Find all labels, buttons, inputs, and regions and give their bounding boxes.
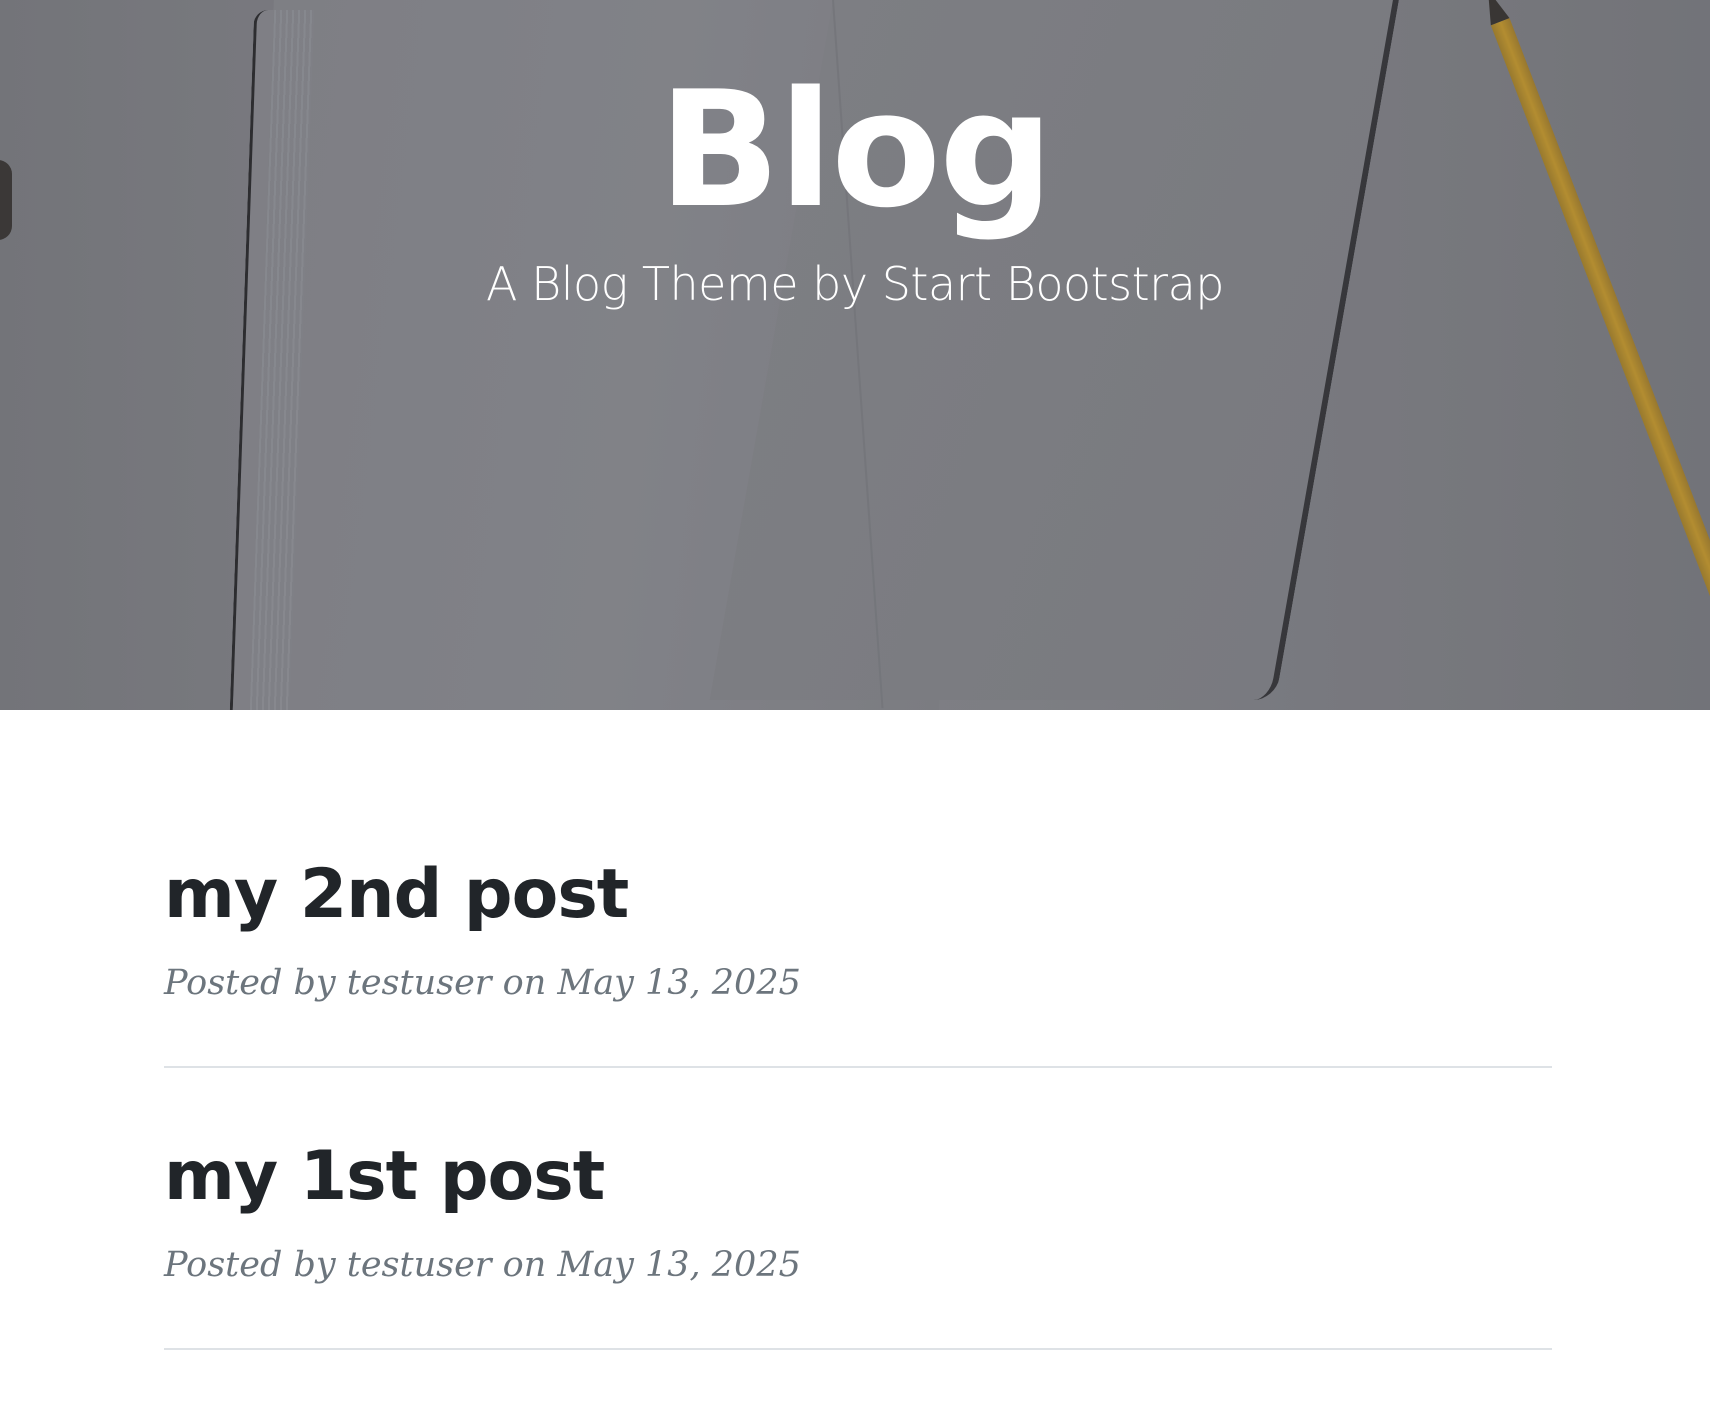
post-divider [164,1348,1552,1350]
post-divider [164,1066,1552,1068]
post-title-link[interactable]: my 1st post [164,1132,1552,1222]
site-title: Blog [658,56,1053,243]
site-subtitle: A Blog Theme by Start Bootstrap [486,257,1224,311]
post-meta: Posted by testuser on May 13, 2025 [164,963,801,1003]
masthead: Blog A Blog Theme by Start Bootstrap [0,0,1710,710]
post-preview[interactable]: my 1st post Posted by testuser on May 13… [164,1132,1552,1290]
post-meta: Posted by testuser on May 13, 2025 [164,1245,801,1285]
post-title-link[interactable]: my 2nd post [164,850,1552,940]
site-heading: Blog A Blog Theme by Start Bootstrap [0,0,1710,314]
post-preview[interactable]: my 2nd post Posted by testuser on May 13… [164,850,1552,1008]
post-list: my 2nd post Posted by testuser on May 13… [164,850,1552,1414]
